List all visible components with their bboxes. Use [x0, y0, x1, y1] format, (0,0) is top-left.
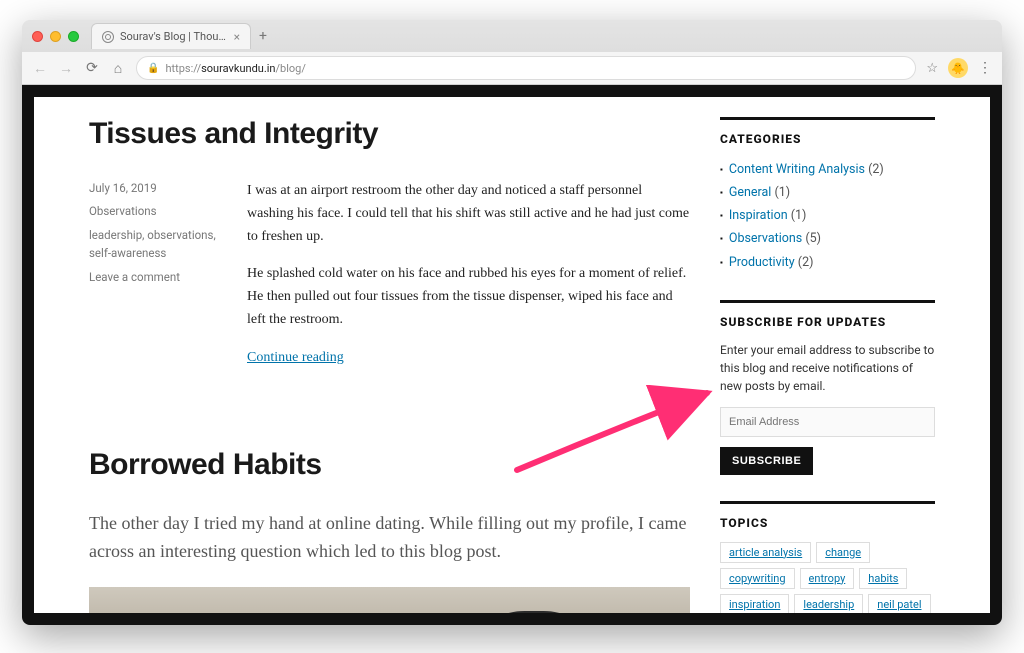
- subscribe-button[interactable]: SUBSCRIBE: [720, 447, 813, 475]
- post-title[interactable]: Tissues and Integrity: [89, 117, 690, 151]
- category-item: Content Writing Analysis (2): [720, 158, 935, 181]
- subscribe-widget: SUBSCRIBE FOR UPDATES Enter your email a…: [720, 300, 935, 475]
- subscribe-description: Enter your email address to subscribe to…: [720, 341, 935, 395]
- categories-list: Content Writing Analysis (2)General (1)I…: [720, 158, 935, 274]
- email-input[interactable]: [720, 407, 935, 437]
- category-count: (1): [788, 208, 807, 223]
- widget-title: TOPICS: [720, 501, 935, 530]
- post-content: I was at an airport restroom the other d…: [247, 179, 690, 383]
- category-count: (2): [865, 162, 884, 177]
- widget-title: CATEGORIES: [720, 117, 935, 146]
- minimize-window-icon[interactable]: [50, 31, 61, 42]
- post-tags: leadership, observations, self-awareness: [89, 226, 229, 263]
- profile-avatar-icon[interactable]: 🐥: [948, 58, 968, 78]
- topics-widget: TOPICS article analysischange copywriting…: [720, 501, 935, 613]
- category-item: Inspiration (1): [720, 204, 935, 227]
- topic-tag[interactable]: leadership: [794, 594, 863, 613]
- topic-tag[interactable]: inspiration: [720, 594, 789, 613]
- category-link[interactable]: General: [729, 185, 772, 200]
- lock-icon: 🔒: [147, 63, 159, 74]
- close-window-icon[interactable]: [32, 31, 43, 42]
- post-category-link[interactable]: Observations: [89, 204, 157, 218]
- category-link[interactable]: Content Writing Analysis: [729, 162, 865, 177]
- category-item: Observations (5): [720, 227, 935, 250]
- category-link[interactable]: Inspiration: [729, 208, 788, 223]
- favicon-icon: [102, 31, 114, 43]
- address-bar[interactable]: 🔒 https://souravkundu.in/blog/: [136, 56, 916, 80]
- back-button[interactable]: ←: [32, 60, 48, 77]
- category-count: (2): [795, 255, 814, 270]
- maximize-window-icon[interactable]: [68, 31, 79, 42]
- topic-tag[interactable]: neil patel: [868, 594, 930, 613]
- post-excerpt: The other day I tried my hand at online …: [89, 510, 690, 566]
- address-bar-row: ← → ⟳ ⌂ 🔒 https://souravkundu.in/blog/ ☆…: [22, 52, 1002, 84]
- category-count: (5): [802, 231, 821, 246]
- topic-tag[interactable]: article analysis: [720, 542, 811, 563]
- categories-widget: CATEGORIES Content Writing Analysis (2)G…: [720, 117, 935, 274]
- reload-button[interactable]: ⟳: [84, 60, 100, 76]
- category-link[interactable]: Observations: [729, 231, 802, 246]
- post-paragraph: I was at an airport restroom the other d…: [247, 179, 690, 248]
- post-paragraph: He splashed cold water on his face and r…: [247, 262, 690, 331]
- category-count: (1): [771, 185, 790, 200]
- window-controls: [32, 31, 79, 42]
- topic-tag[interactable]: copywriting: [720, 568, 795, 589]
- bookmark-icon[interactable]: ☆: [926, 61, 938, 76]
- topic-tag[interactable]: change: [816, 542, 870, 563]
- browser-window: Sourav's Blog | Thoughts of a... × + ← →…: [22, 20, 1002, 625]
- post-tissues-integrity: Tissues and Integrity July 16, 2019 Obse…: [89, 117, 690, 383]
- post-date: July 16, 2019: [89, 179, 229, 197]
- page-content: Tissues and Integrity July 16, 2019 Obse…: [34, 97, 990, 613]
- page-viewport: Tissues and Integrity July 16, 2019 Obse…: [22, 85, 1002, 625]
- browser-chrome: Sourav's Blog | Thoughts of a... × + ← →…: [22, 20, 1002, 85]
- menu-icon[interactable]: ⋮: [978, 60, 992, 76]
- widget-title: SUBSCRIBE FOR UPDATES: [720, 300, 935, 329]
- category-item: General (1): [720, 181, 935, 204]
- forward-button[interactable]: →: [58, 60, 74, 77]
- sidebar: CATEGORIES Content Writing Analysis (2)G…: [720, 117, 935, 593]
- url-text: https://souravkundu.in/blog/: [165, 62, 305, 75]
- category-item: Productivity (2): [720, 251, 935, 274]
- browser-tab[interactable]: Sourav's Blog | Thoughts of a... ×: [91, 23, 251, 49]
- topic-tag[interactable]: entropy: [800, 568, 855, 589]
- post-title[interactable]: Borrowed Habits: [89, 448, 690, 482]
- leave-comment-link[interactable]: Leave a comment: [89, 270, 180, 284]
- category-link[interactable]: Productivity: [729, 255, 795, 270]
- post-borrowed-habits: Borrowed Habits The other day I tried my…: [89, 448, 690, 613]
- home-button[interactable]: ⌂: [110, 60, 126, 77]
- tab-bar: Sourav's Blog | Thoughts of a... × +: [22, 20, 1002, 52]
- post-meta: July 16, 2019 Observations leadership, o…: [89, 179, 229, 383]
- topic-tag[interactable]: habits: [859, 568, 907, 589]
- close-tab-icon[interactable]: ×: [234, 31, 240, 43]
- tab-title: Sourav's Blog | Thoughts of a...: [120, 30, 228, 43]
- main-column: Tissues and Integrity July 16, 2019 Obse…: [89, 117, 690, 593]
- featured-image[interactable]: [89, 587, 690, 613]
- tag-cloud: article analysischange copywritingentropy…: [720, 542, 935, 613]
- new-tab-button[interactable]: +: [259, 28, 267, 44]
- continue-reading-link[interactable]: Continue reading: [247, 350, 344, 365]
